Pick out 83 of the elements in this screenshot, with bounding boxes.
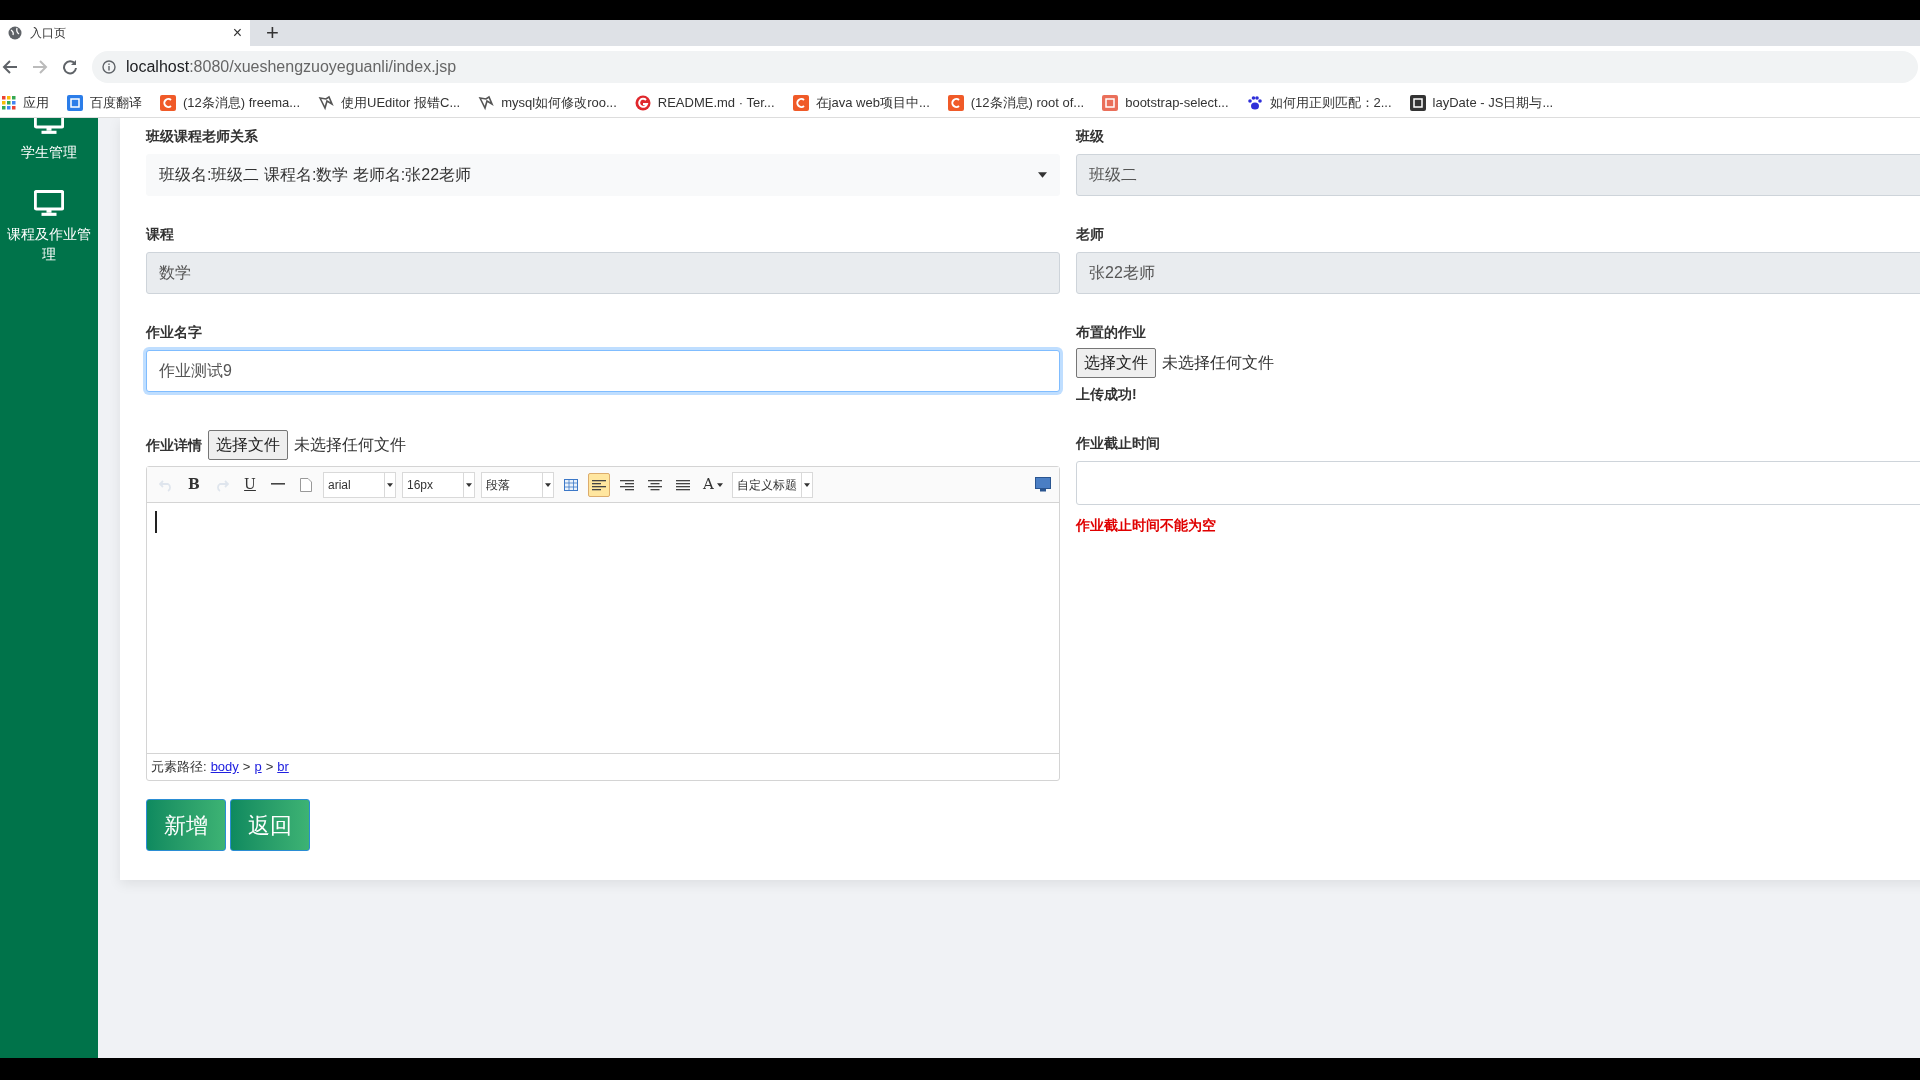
bookmark-item[interactable]: (12条消息) root of...: [947, 92, 1085, 113]
path-link[interactable]: br: [277, 757, 289, 777]
globe-icon: [8, 26, 22, 40]
tile-logo-icon: [1409, 94, 1426, 111]
undo-icon: [159, 477, 173, 492]
c-logo-icon: [792, 94, 809, 111]
tab-title: 入口页: [30, 25, 67, 42]
file-status: 未选择任何文件: [1162, 353, 1274, 373]
apps-grid-icon: [2, 95, 16, 110]
deadline-field[interactable]: [1076, 461, 1920, 505]
bookmark-item[interactable]: 使用UEditor 报错C...: [318, 92, 461, 113]
path-link[interactable]: p: [254, 757, 262, 777]
sidebar-item[interactable]: 课程及作业管理: [7, 190, 91, 264]
bookmark-item[interactable]: (12条消息) freema...: [160, 92, 301, 113]
upload-success-message: 上传成功!: [1076, 385, 1138, 404]
horizontal-rule-icon: [271, 483, 285, 486]
bookmark-item[interactable]: 应用: [2, 92, 49, 113]
toolbar-dropdown[interactable]: 自定义标题: [731, 471, 813, 498]
add-button[interactable]: 新增: [146, 799, 226, 851]
caret-icon: [1038, 172, 1047, 178]
align-justify-icon: [676, 477, 690, 492]
info-icon: [102, 60, 116, 74]
path-separator: >: [265, 758, 274, 777]
back-button[interactable]: 返回: [230, 799, 310, 851]
relation-select[interactable]: 班级名:班级二 课程名:数学 老师名:张22老师: [146, 154, 1060, 196]
bookmark-item[interactable]: layDate - JS日期与...: [1409, 92, 1554, 113]
redo-icon: [215, 477, 229, 492]
bookmark-item[interactable]: mysql如何修改roo...: [478, 92, 617, 113]
text-field[interactable]: 作业测试9: [146, 350, 1060, 392]
c-logo-icon: [947, 94, 964, 111]
address-bar[interactable]: localhost:8080/xueshengzuoyeguanli/index.jsp: [92, 51, 1918, 83]
caret-icon: [803, 482, 810, 487]
file-status: 未选择任何文件: [294, 435, 406, 455]
toolbar-dropdown[interactable]: arial: [323, 471, 396, 498]
c-logo-icon: [160, 94, 176, 111]
reload-icon[interactable]: [62, 59, 78, 75]
font-color-button[interactable]: A: [700, 472, 726, 497]
browser-tab[interactable]: 入口页 ×: [0, 20, 250, 46]
underline-button[interactable]: U: [239, 472, 261, 497]
preview-monitor-icon[interactable]: [1035, 477, 1051, 492]
bookmark-item[interactable]: 如何用正则匹配：2...: [1246, 92, 1392, 113]
sidebar-item[interactable]: 学生管理: [7, 118, 91, 190]
field-label: 作业名字: [146, 323, 203, 342]
field-label: 班级课程老师关系: [146, 127, 259, 146]
url-text: localhost:8080/xueshengzuoyeguanli/index.jsp: [126, 57, 457, 77]
bookmark-item[interactable]: 百度翻译: [67, 92, 142, 113]
page-icon: [300, 477, 312, 492]
error-message: 作业截止时间不能为空: [1076, 516, 1217, 535]
toolbar-button[interactable]: [588, 472, 610, 497]
choose-file-button[interactable]: 选择文件: [208, 430, 288, 460]
align-left-icon: [592, 477, 606, 492]
align-center-icon: [648, 477, 662, 492]
table-icon: [564, 478, 578, 491]
back-icon[interactable]: [2, 59, 18, 75]
tile-logo-icon: [1102, 94, 1119, 111]
path-link[interactable]: body: [210, 757, 239, 777]
choose-file-button[interactable]: 选择文件: [1076, 348, 1156, 378]
bold-button[interactable]: B: [183, 472, 205, 497]
field-label: 作业详情: [146, 435, 202, 455]
caret-icon: [466, 482, 472, 487]
element-path-label: 元素路径:: [151, 758, 207, 777]
tab-close-button[interactable]: ×: [232, 25, 242, 41]
monitor-icon: [34, 190, 64, 218]
caret-icon: [387, 482, 393, 487]
caret-icon: [545, 482, 551, 487]
field-label: 老师: [1076, 225, 1105, 244]
circle-logo-icon: [634, 94, 651, 111]
toolbar-dropdown[interactable]: 段落: [481, 471, 554, 498]
caret-icon: [716, 482, 723, 487]
path-separator: >: [242, 758, 251, 777]
new-tab-button[interactable]: +: [266, 22, 279, 44]
bookmark-item[interactable]: README.md · Ter...: [634, 92, 775, 113]
toolbar-dropdown[interactable]: 16px: [402, 471, 475, 498]
field-label: 班级: [1076, 127, 1105, 146]
field-label: 作业截止时间: [1076, 434, 1161, 453]
bookmark-item[interactable]: bootstrap-select...: [1102, 92, 1229, 113]
align-right-icon: [620, 477, 634, 492]
text-cursor: [155, 511, 157, 533]
tile-logo-icon: [67, 94, 83, 111]
field-label: 布置的作业: [1076, 323, 1147, 342]
field-label: 课程: [146, 225, 175, 244]
paw-icon: [1246, 94, 1263, 111]
bookmark-item[interactable]: 在java web项目中...: [792, 92, 930, 113]
